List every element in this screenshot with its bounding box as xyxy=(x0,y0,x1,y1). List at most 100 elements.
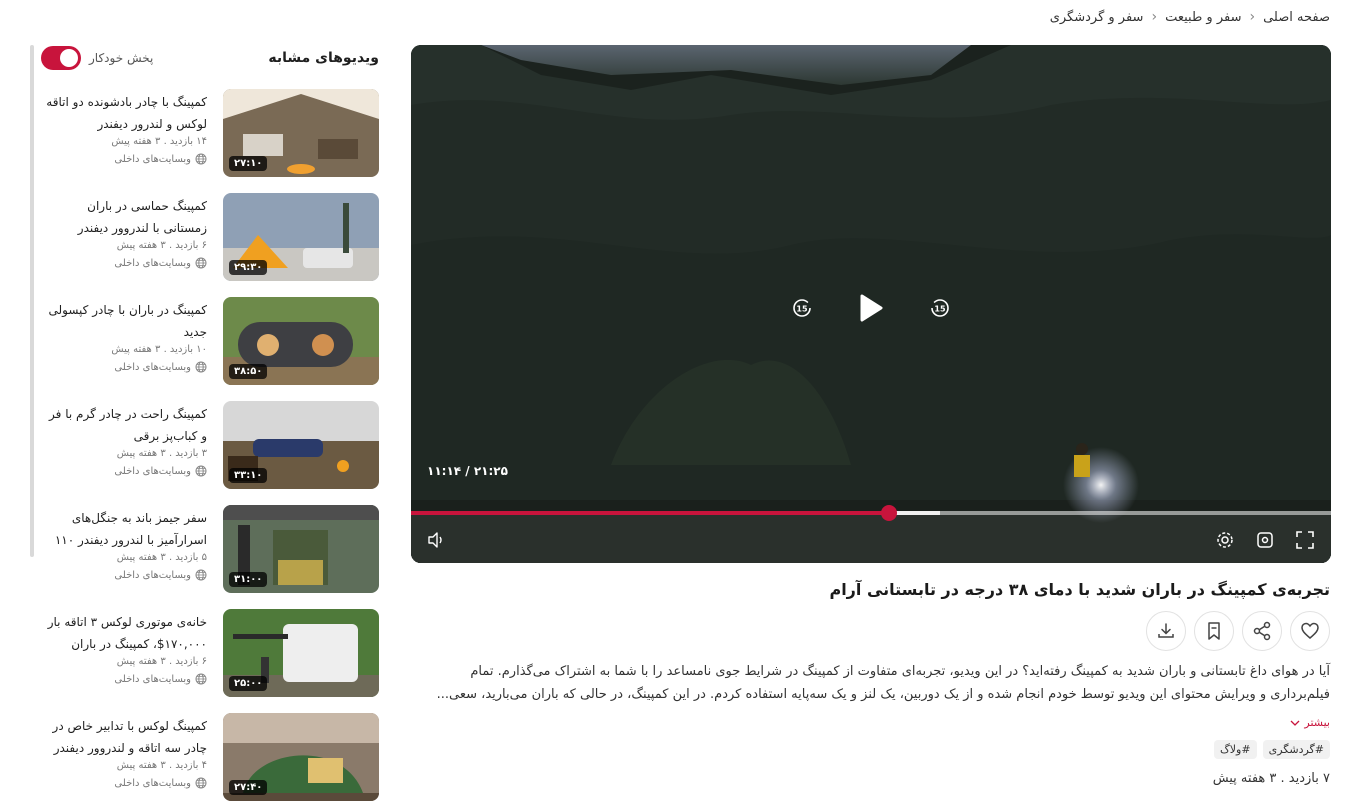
volume-icon[interactable] xyxy=(425,529,447,551)
video-title: تجربه‌ی کمپینگ در باران شدید با دمای ۳۸ … xyxy=(829,580,1330,599)
channel-name: وبسایت‌های داخلی xyxy=(114,361,191,373)
globe-icon xyxy=(195,465,207,477)
breadcrumb-category[interactable]: سفر و طبیعت xyxy=(1165,10,1241,25)
play-icon[interactable] xyxy=(856,293,886,323)
breadcrumb-home[interactable]: صفحه اصلی xyxy=(1263,10,1330,25)
related-video-meta: ۳ بازدید . ۳ هفته پیش xyxy=(116,448,207,459)
download-button[interactable] xyxy=(1146,611,1186,651)
sidebar-title: ویدیوهای مشابه xyxy=(268,50,379,66)
globe-icon xyxy=(195,153,207,165)
svg-text:15: 15 xyxy=(796,305,808,314)
rewind-15-icon[interactable]: 15 xyxy=(791,297,813,319)
related-video-title[interactable]: سفر جیمز باند به جنگل‌های اسرارآمیز با ل… xyxy=(40,507,207,551)
video-thumbnail[interactable]: ۲۹:۳۰ xyxy=(223,193,379,281)
video-thumbnail[interactable]: ۳۳:۱۰ xyxy=(223,401,379,489)
related-video-channel: وبسایت‌های داخلی xyxy=(40,153,207,165)
related-video-card[interactable]: ۲۷:۱۰ کمپینگ با چادر بادشونده دو اتاقه ل… xyxy=(40,89,379,177)
video-actions xyxy=(1146,611,1330,651)
related-video-info: کمپینگ حماسی در باران زمستانی با لندروور… xyxy=(40,195,207,269)
autoplay-toggle[interactable] xyxy=(41,46,81,70)
related-video-channel: وبسایت‌های داخلی xyxy=(40,777,207,789)
toggle-knob xyxy=(60,49,78,67)
related-video-title[interactable]: کمپینگ حماسی در باران زمستانی با لندروور… xyxy=(40,195,207,239)
tag-chip[interactable]: #گردشگری xyxy=(1262,740,1330,759)
progress-played xyxy=(411,511,890,515)
duration-badge: ۲۷:۱۰ xyxy=(229,156,268,171)
bookmark-button[interactable] xyxy=(1194,611,1234,651)
related-video-meta: ۶ بازدید . ۳ هفته پیش xyxy=(116,240,207,251)
chevron-down-icon xyxy=(1290,720,1300,726)
sidebar-scrollbar[interactable] xyxy=(30,45,34,557)
globe-icon xyxy=(195,361,207,373)
duration-badge: ۳۳:۱۰ xyxy=(229,468,268,483)
channel-name: وبسایت‌های داخلی xyxy=(114,673,191,685)
chevron-left-icon: ‹ xyxy=(1151,9,1158,25)
related-video-channel: وبسایت‌های داخلی xyxy=(40,673,207,685)
share-icon xyxy=(1253,621,1271,641)
channel-name: وبسایت‌های داخلی xyxy=(114,777,191,789)
share-button[interactable] xyxy=(1242,611,1282,651)
tag-list: #گردشگری #ولاگ xyxy=(1213,740,1330,759)
video-thumbnail[interactable]: ۳۱:۰۰ xyxy=(223,505,379,593)
video-meta: ۷ بازدید . ۳ هفته پیش xyxy=(1212,771,1330,786)
progress-bar[interactable] xyxy=(411,505,1331,521)
related-video-info: کمپینگ با چادر بادشونده دو اتاقه لوکس و … xyxy=(40,91,207,165)
video-thumbnail[interactable]: ۲۷:۴۰ xyxy=(223,713,379,801)
related-video-card[interactable]: ۲۷:۴۰ کمپینگ لوکس با تدابیر خاص در چادر … xyxy=(40,713,379,801)
globe-icon xyxy=(195,569,207,581)
related-video-card[interactable]: ۲۵:۰۰ خانه‌ی موتوری لوکس ۳ اتاقه بار ۱۷۰… xyxy=(40,609,379,697)
related-video-card[interactable]: ۲۹:۳۰ کمپینگ حماسی در باران زمستانی با ل… xyxy=(40,193,379,281)
duration-badge: ۲۷:۴۰ xyxy=(229,780,268,795)
svg-text:15: 15 xyxy=(934,305,946,314)
globe-icon xyxy=(195,777,207,789)
related-video-info: کمپینگ راحت در چادر گرم با فر و کباب‌پز … xyxy=(40,403,207,477)
globe-icon xyxy=(195,257,207,269)
tag-chip[interactable]: #ولاگ xyxy=(1213,740,1257,759)
related-video-channel: وبسایت‌های داخلی xyxy=(40,465,207,477)
duration-badge: ۲۵:۰۰ xyxy=(229,676,268,691)
video-thumbnail[interactable]: ۲۷:۱۰ xyxy=(223,89,379,177)
related-video-channel: وبسایت‌های داخلی xyxy=(40,361,207,373)
related-video-info: خانه‌ی موتوری لوکس ۳ اتاقه بار ۱۷۰,۰۰۰$،… xyxy=(40,611,207,685)
related-video-meta: ۶ بازدید . ۳ هفته پیش xyxy=(116,656,207,667)
related-video-channel: وبسایت‌های داخلی xyxy=(40,257,207,269)
related-video-card[interactable]: ۳۳:۱۰ کمپینگ راحت در چادر گرم با فر و کب… xyxy=(40,401,379,489)
related-video-info: کمپینگ در باران با چادر کپسولی جدید ۱۰ ب… xyxy=(40,299,207,373)
heart-icon xyxy=(1301,622,1319,639)
video-thumbnail[interactable]: ۳۸:۵۰ xyxy=(223,297,379,385)
forward-15-icon[interactable]: 15 xyxy=(929,297,951,319)
show-more-label: بیشتر xyxy=(1304,716,1330,729)
breadcrumb-current[interactable]: سفر و گردشگری xyxy=(1050,10,1144,25)
related-video-info: سفر جیمز باند به جنگل‌های اسرارآمیز با ل… xyxy=(40,507,207,581)
related-video-card[interactable]: ۳۱:۰۰ سفر جیمز باند به جنگل‌های اسرارآمی… xyxy=(40,505,379,593)
globe-icon xyxy=(195,673,207,685)
related-video-info: کمپینگ لوکس با تدابیر خاص در چادر سه اتا… xyxy=(40,715,207,789)
center-controls: 15 15 xyxy=(791,290,951,326)
bookmark-icon xyxy=(1208,622,1220,640)
duration-badge: ۳۱:۰۰ xyxy=(229,572,268,587)
related-video-meta: ۴ بازدید . ۳ هفته پیش xyxy=(116,760,207,771)
related-video-title[interactable]: کمپینگ در باران با چادر کپسولی جدید xyxy=(40,299,207,343)
duration-badge: ۲۹:۳۰ xyxy=(229,260,268,275)
duration-badge: ۳۸:۵۰ xyxy=(229,364,268,379)
autoplay-label: پخش خودکار xyxy=(89,51,154,65)
related-video-card[interactable]: ۳۸:۵۰ کمپینگ در باران با چادر کپسولی جدی… xyxy=(40,297,379,385)
related-video-title[interactable]: خانه‌ی موتوری لوکس ۳ اتاقه بار ۱۷۰,۰۰۰$،… xyxy=(40,611,207,655)
related-video-meta: ۵ بازدید . ۳ هفته پیش xyxy=(116,552,207,563)
channel-name: وبسایت‌های داخلی xyxy=(114,153,191,165)
related-video-channel: وبسایت‌های داخلی xyxy=(40,569,207,581)
channel-name: وبسایت‌های داخلی xyxy=(114,257,191,269)
related-video-title[interactable]: کمپینگ راحت در چادر گرم با فر و کباب‌پز … xyxy=(40,403,207,447)
channel-name: وبسایت‌های داخلی xyxy=(114,569,191,581)
show-more-link[interactable]: بیشتر xyxy=(1290,716,1330,729)
like-button[interactable] xyxy=(1290,611,1330,651)
settings-icon[interactable] xyxy=(1214,529,1236,551)
related-video-title[interactable]: کمپینگ لوکس با تدابیر خاص در چادر سه اتا… xyxy=(40,715,207,759)
video-player[interactable]: 15 15 ۱۱:۱۴ / ۲۱:۲۵ xyxy=(411,45,1331,563)
video-thumbnail[interactable]: ۲۵:۰۰ xyxy=(223,609,379,697)
chevron-left-icon: ‹ xyxy=(1249,9,1256,25)
picture-in-picture-icon[interactable] xyxy=(1254,529,1276,551)
breadcrumb: صفحه اصلی ‹ سفر و طبیعت ‹ سفر و گردشگری xyxy=(1050,9,1330,25)
related-video-title[interactable]: کمپینگ با چادر بادشونده دو اتاقه لوکس و … xyxy=(40,91,207,135)
fullscreen-icon[interactable] xyxy=(1294,529,1316,551)
